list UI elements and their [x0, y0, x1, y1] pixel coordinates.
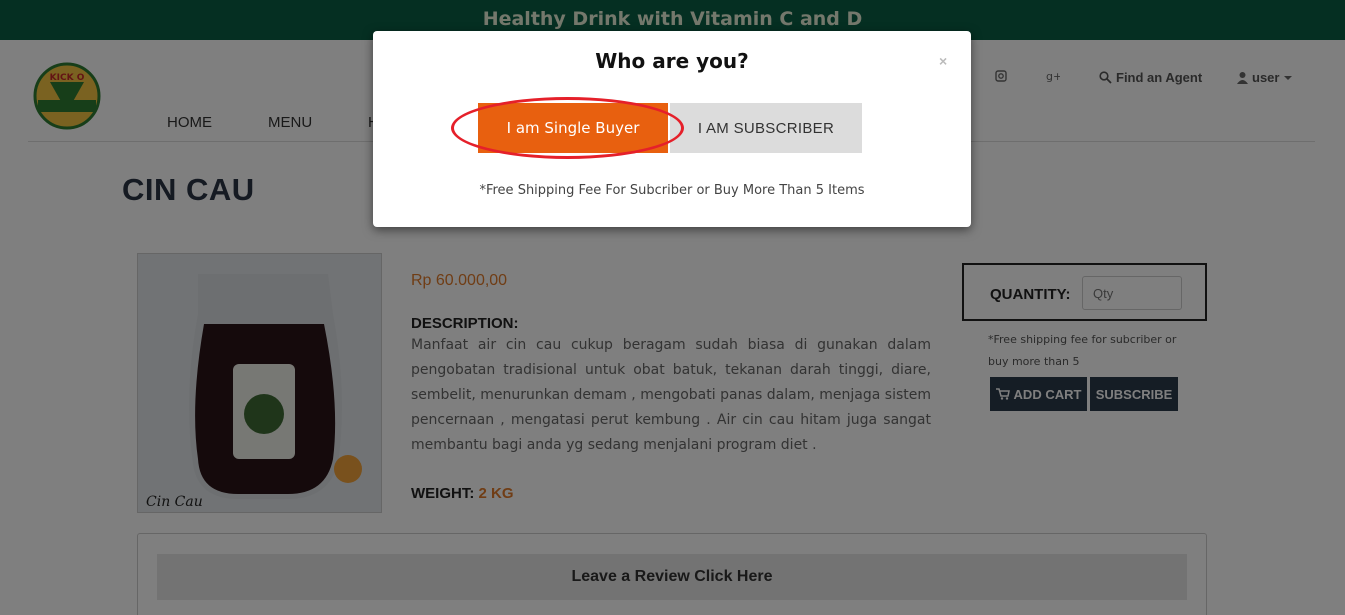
- buyer-type-modal: Who are you? × I am Single Buyer I AM SU…: [373, 31, 971, 227]
- modal-title: Who are you?: [595, 49, 749, 73]
- close-icon[interactable]: ×: [939, 53, 947, 69]
- subscriber-button[interactable]: I AM SUBSCRIBER: [670, 103, 862, 153]
- modal-shipping-note: *Free Shipping Fee For Subcriber or Buy …: [479, 183, 865, 198]
- single-buyer-button[interactable]: I am Single Buyer: [478, 103, 668, 153]
